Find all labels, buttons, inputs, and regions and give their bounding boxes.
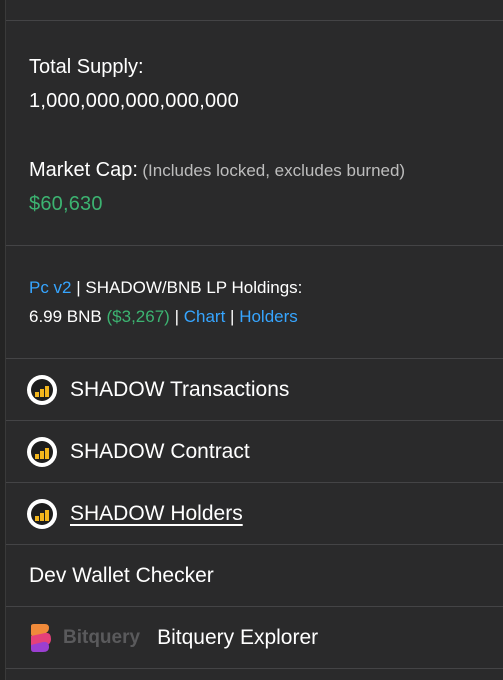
shadow-contract-link[interactable]: SHADOW Contract	[6, 421, 503, 482]
total-supply-value: 1,000,000,000,000,000	[29, 90, 239, 112]
shadow-holders-link[interactable]: SHADOW Holders	[6, 483, 503, 544]
holders-link[interactable]: Holders	[239, 307, 298, 326]
market-cap-value: $60,630	[29, 193, 103, 215]
total-supply-section: Total Supply: 1,000,000,000,000,000	[29, 54, 494, 114]
bscscan-icon	[27, 374, 57, 405]
lp-bnb-amount: 6.99 BNB	[29, 307, 102, 326]
market-cap-label: Market Cap:	[29, 159, 138, 181]
token-info-card: Total Supply: 1,000,000,000,000,000 Mark…	[5, 0, 503, 680]
lp-usd-amount: ($3,267)	[106, 307, 170, 326]
lp-holdings-label: SHADOW/BNB LP Holdings:	[85, 278, 303, 297]
market-cap-note: (Includes locked, excludes burned)	[142, 161, 406, 180]
chart-link[interactable]: Chart	[184, 307, 226, 326]
bitquery-explorer-label: Bitquery Explorer	[157, 625, 319, 649]
shadow-holders-label: SHADOW Holders	[70, 501, 243, 525]
pancakeswap-v2-link[interactable]: Pc v2	[29, 278, 72, 297]
separator: |	[174, 307, 179, 326]
dev-wallet-checker-link[interactable]: Dev Wallet Checker	[6, 545, 503, 606]
divider	[6, 245, 503, 246]
bscscan-icon	[27, 498, 57, 529]
separator: |	[230, 307, 235, 326]
bitquery-brand-text: Bitquery	[63, 626, 141, 648]
separator: |	[76, 278, 81, 297]
total-supply-label: Total Supply:	[29, 56, 144, 78]
shadow-transactions-label: SHADOW Transactions	[70, 377, 290, 401]
shadow-transactions-link[interactable]: SHADOW Transactions	[6, 359, 503, 420]
market-cap-section: Market Cap: (Includes locked, excludes b…	[29, 157, 494, 217]
bitquery-explorer-link[interactable]: Bitquery Bitquery Explorer	[6, 607, 503, 668]
bscscan-icon	[27, 436, 57, 467]
bottom-divider	[6, 668, 503, 669]
bitquery-icon	[27, 623, 53, 653]
shadow-contract-label: SHADOW Contract	[70, 439, 250, 463]
lp-holdings-section: Pc v2 | SHADOW/BNB LP Holdings: 6.99 BNB…	[29, 273, 494, 331]
dev-wallet-checker-label: Dev Wallet Checker	[29, 563, 214, 587]
top-divider	[6, 20, 503, 21]
